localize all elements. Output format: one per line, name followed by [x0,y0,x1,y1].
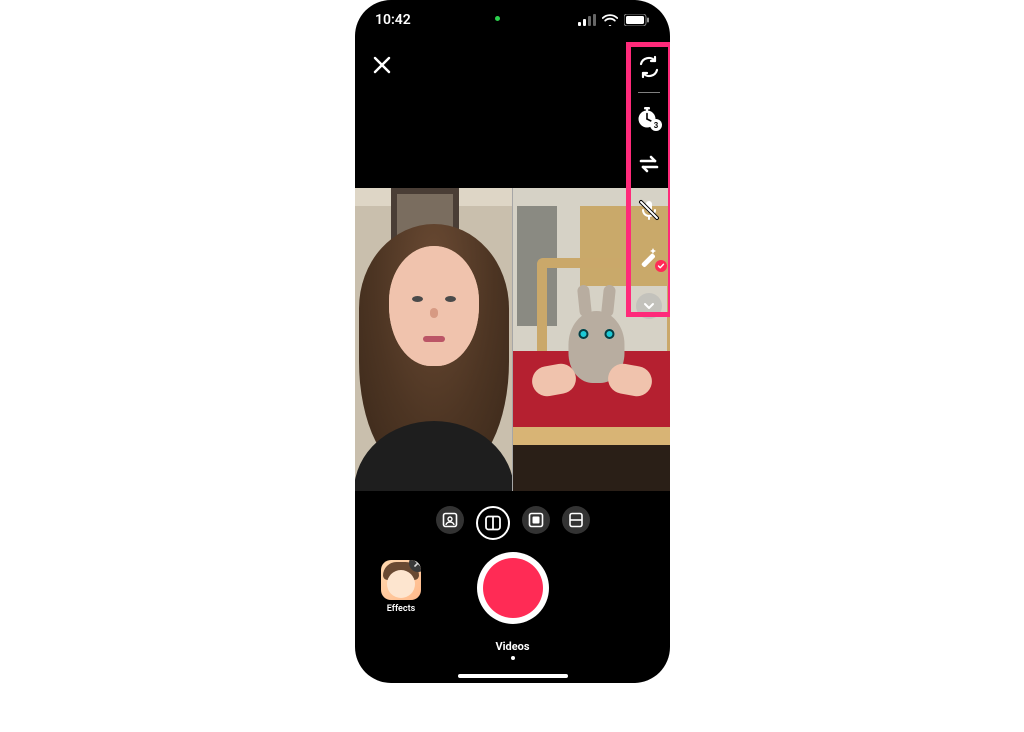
toolbar-divider [638,92,660,93]
layout-top-bottom-button[interactable] [562,506,590,534]
timer-badge-text: 3 [654,121,659,130]
effects-button[interactable]: Effects [381,560,421,614]
camera-viewfinder [355,188,670,491]
effects-thumbnail [381,560,421,600]
swap-layout-icon [637,152,661,176]
timer-button[interactable]: 3 [634,103,664,133]
layout-side-by-side-icon [484,514,502,532]
effects-label: Effects [381,604,421,614]
cellular-signal-icon [578,14,596,26]
capture-mode-indicator-icon [511,656,515,660]
duet-layout-row [355,506,670,540]
status-right [578,14,650,26]
close-icon [372,55,392,75]
beautify-on-badge-icon [655,260,667,272]
wifi-icon [602,14,618,26]
mic-off-icon [637,198,661,222]
layout-green-screen-button[interactable] [436,506,464,534]
swap-layout-button[interactable] [634,149,664,179]
record-inner-icon [483,558,543,618]
capture-mode-row[interactable]: Videos [355,640,670,660]
mic-toggle-button[interactable] [634,195,664,225]
layout-pip-icon [528,512,544,528]
layout-top-bottom-icon [568,512,584,528]
timer-icon: 3 [636,105,662,131]
home-indicator[interactable] [458,674,568,678]
status-bar: 10:42 [355,0,670,40]
layout-green-screen-icon [442,512,458,528]
duet-left-pane [355,188,513,491]
status-location-dot-icon [495,16,500,21]
capture-mode-label: Videos [355,640,670,653]
expand-toolbar-button[interactable] [634,291,664,321]
battery-icon [624,14,650,26]
chevron-down-icon [642,299,656,313]
effects-clear-icon [409,560,421,572]
close-button[interactable] [369,52,395,78]
right-toolbar: 3 [634,52,664,321]
flip-camera-button[interactable] [634,52,664,82]
record-button[interactable] [477,552,549,624]
layout-side-by-side-button[interactable] [476,506,510,540]
layout-pip-button[interactable] [522,506,550,534]
phone-frame: 10:42 [355,0,670,683]
flip-camera-icon [637,55,661,79]
beautify-button[interactable] [634,241,664,271]
status-time: 10:42 [375,12,411,28]
